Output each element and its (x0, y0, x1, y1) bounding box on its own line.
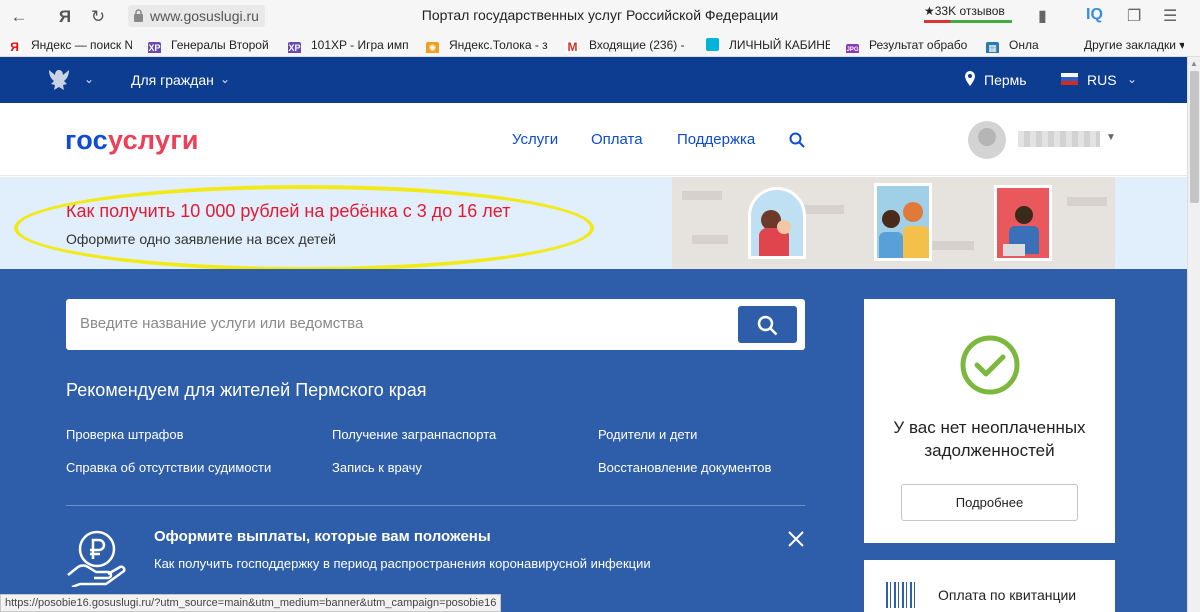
reviews-rating-bar (924, 20, 1012, 23)
iq-icon[interactable]: IQ (1086, 6, 1103, 24)
jpg-icon: JPG (846, 44, 859, 53)
payments-title[interactable]: Оформите выплаты, которые вам положены (154, 528, 491, 545)
bookmark-label: Входящие (236) - (589, 38, 685, 52)
bookmark-item[interactable]: ▦ Онла (986, 37, 1040, 53)
chevron-down-icon[interactable]: ⌄ (1127, 72, 1137, 86)
other-bookmarks-label: Другие закладки (1084, 38, 1176, 52)
chevron-down-icon[interactable]: ⌄ (220, 72, 230, 86)
for-citizens-dropdown[interactable]: Для граждан (131, 72, 214, 88)
link-parents-children[interactable]: Родители и дети (598, 427, 697, 442)
link-doctor[interactable]: Запись к врачу (332, 460, 422, 475)
language-selector[interactable]: RUS (1087, 72, 1117, 88)
nav-services[interactable]: Услуги (512, 131, 558, 148)
site-topbar: ⌄ Для граждан ⌄ Пермь RUS ⌄ (0, 57, 1187, 103)
main-section: Рекомендуем для жителей Пермского края П… (0, 269, 1187, 612)
close-icon[interactable] (786, 529, 806, 549)
recommend-title: Рекомендуем для жителей Пермского края (66, 380, 427, 400)
bookmark-item[interactable]: Я Яндекс — поиск N (8, 37, 132, 53)
banner-illustration (672, 177, 1115, 269)
search-icon[interactable] (789, 132, 805, 148)
yandex-icon: Я (8, 41, 21, 53)
ruble-hand-icon (67, 530, 126, 587)
other-bookmarks[interactable]: Другие закладки ▾ (1084, 37, 1184, 53)
bookmark-label: Онла (1009, 38, 1039, 52)
bookmark-label: Яндекс — поиск N (31, 38, 132, 52)
xp-icon: XP (288, 42, 301, 53)
bookmark-label: Результат обрабо (869, 38, 968, 52)
bookmarks-bar: Я Яндекс — поиск N XP Генералы Второй XP 10… (0, 33, 1200, 57)
bookmark-item[interactable]: ✺ Яндекс.Толока - з (426, 37, 550, 53)
window-couple (874, 183, 932, 261)
city-selector[interactable]: Пермь (984, 72, 1027, 88)
bookmark-icon[interactable]: ▮ (1038, 6, 1047, 26)
menu-icon[interactable]: ☰ (1163, 6, 1177, 26)
logo-uslugi: услуги (107, 125, 199, 155)
browser-page-title: Портал государственных услуг Российской … (421, 7, 779, 23)
search-box (66, 299, 805, 350)
reviews-text: ★33K отзывов (924, 4, 1005, 18)
browser-toolbar: ← Я ↻ www.gosuslugi.ru Портал государств… (0, 0, 1200, 33)
link-criminal-record[interactable]: Справка об отсутствии судимости (66, 460, 271, 475)
debt-card: У вас нет неоплаченных задолженностей По… (864, 299, 1115, 543)
payments-subtitle[interactable]: Как получить господдержку в период распр… (154, 556, 651, 571)
search-icon (757, 315, 778, 336)
search-input[interactable] (80, 315, 720, 332)
logo-gos: гос (65, 125, 108, 155)
scrollbar[interactable]: ▲ (1187, 57, 1200, 612)
receipt-card[interactable]: Оплата по квитанции (864, 560, 1115, 612)
bookmark-label: Генералы Второй (171, 38, 269, 52)
barcode-icon (886, 582, 918, 608)
username-blurred[interactable] (1018, 131, 1100, 147)
chevron-down-icon[interactable]: ⌄ (84, 72, 94, 86)
scrollbar-thumb[interactable] (1190, 71, 1199, 203)
receipt-label: Оплата по квитанции (938, 587, 1077, 603)
location-pin-icon (965, 71, 975, 86)
reviews-badge[interactable]: ★33K отзывов (924, 4, 1012, 23)
avatar[interactable] (968, 121, 1006, 159)
bookmark-label: ЛИЧНЫЙ КАБИНЕ (729, 38, 830, 52)
annotation-ellipse (14, 185, 594, 271)
bookmark-item[interactable]: M Входящие (236) - (566, 37, 690, 53)
coat-of-arms-icon[interactable] (44, 67, 74, 93)
link-passport[interactable]: Получение загранпаспорта (332, 427, 496, 442)
bookmark-item[interactable]: XP Генералы Второй (148, 37, 272, 53)
nav-support[interactable]: Поддержка (677, 131, 755, 148)
caret-down-icon[interactable]: ▼ (1106, 132, 1116, 143)
bookmark-item[interactable]: XP 101XP - Игра имп (288, 37, 412, 53)
link-documents[interactable]: Восстановление документов (598, 460, 771, 475)
online-icon: ▦ (986, 42, 999, 53)
browser-status-url: https://posobie16.gosuslugi.ru/?utm_sour… (0, 594, 502, 612)
extensions-icon[interactable]: ❐ (1127, 6, 1141, 26)
debt-status-text: У вас нет неоплаченных задолженностей (893, 418, 1086, 460)
site-header: госуслуги Услуги Оплата Поддержка ▼ (0, 103, 1187, 176)
toloka-icon: ✺ (426, 42, 439, 53)
xp-icon: XP (148, 42, 161, 53)
scroll-up-icon[interactable]: ▲ (1190, 59, 1198, 68)
bookmark-label: Яндекс.Толока - з (449, 38, 548, 52)
gmail-icon: M (566, 40, 579, 53)
gosuslugi-logo[interactable]: госуслуги (65, 125, 199, 156)
bookmark-item[interactable]: ЛИЧНЫЙ КАБИНЕ (706, 37, 830, 53)
cabinet-icon (706, 38, 719, 51)
window-mother-child (748, 187, 806, 259)
details-button[interactable]: Подробнее (901, 484, 1078, 521)
link-fines[interactable]: Проверка штрафов (66, 427, 184, 442)
window-man-laptop (994, 185, 1052, 261)
divider (66, 505, 805, 506)
bookmark-item[interactable]: JPG Результат обрабо (846, 37, 970, 53)
bookmark-label: 101XP - Игра имп (311, 38, 409, 52)
nav-payment[interactable]: Оплата (591, 131, 643, 148)
russian-flag-icon (1061, 73, 1078, 85)
check-circle-icon (960, 335, 1020, 395)
search-button[interactable] (738, 306, 797, 343)
